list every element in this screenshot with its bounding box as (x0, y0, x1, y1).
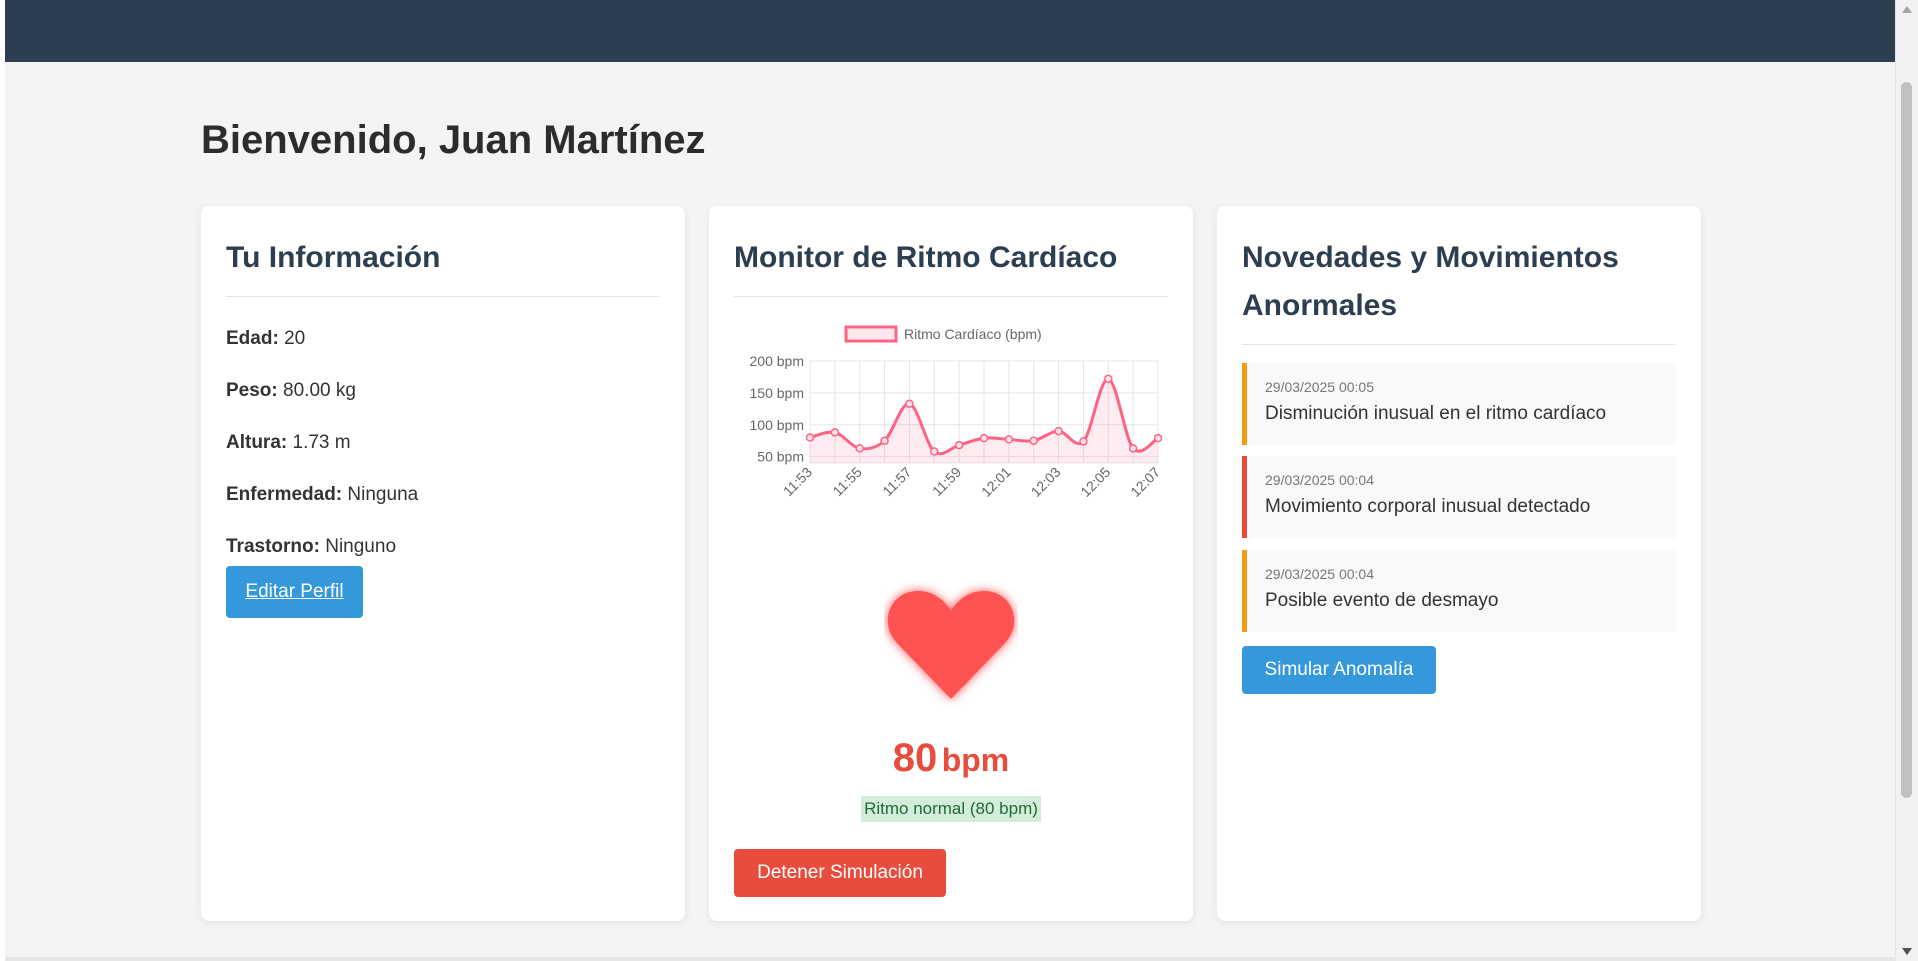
y-tick-label: 50 bpm (757, 449, 804, 465)
info-row-disease: Enfermedad: Ninguna (226, 484, 419, 505)
alert-item: 29/03/2025 00:04 Movimiento corporal inu… (1242, 456, 1676, 538)
y-tick-label: 100 bpm (750, 417, 804, 433)
top-navbar (5, 0, 1896, 62)
edit-profile-button[interactable]: Editar Perfil (226, 566, 363, 618)
heart-icon (884, 581, 1018, 707)
info-card: Tu Información Edad: 20 Peso: 80.00 kg A… (201, 206, 685, 921)
news-card: Novedades y Movimientos Anormales 29/03/2… (1217, 206, 1701, 921)
data-point (1128, 444, 1138, 453)
bpm-value: 80 (892, 736, 938, 780)
info-row-disorder: Trastorno: Ninguno (226, 536, 397, 557)
legend-swatch (844, 325, 898, 343)
page-scrollbar[interactable] (1895, 0, 1918, 961)
info-list: Edad: 20 Peso: 80.00 kg Altura: 1.73 m E… (226, 325, 660, 561)
news-card-title: Novedades y Movimientos Anormales (1242, 234, 1676, 345)
heart-monitor-card: Monitor de Ritmo Cardíaco Ritmo Cardíaco… (709, 206, 1193, 921)
x-tick-label: 12:05 (1077, 464, 1113, 500)
info-card-title: Tu Información (226, 234, 660, 297)
data-point (1054, 426, 1063, 436)
alert-message: Movimiento corporal inusual detectado (1265, 496, 1591, 517)
x-tick-label: 11:59 (929, 464, 965, 500)
scroll-up-icon[interactable] (1902, 6, 1912, 13)
x-tick-label: 11:55 (829, 464, 865, 500)
simulate-anomaly-button[interactable]: Simular Anomalía (1242, 646, 1436, 694)
data-point (880, 436, 889, 445)
data-point (1153, 433, 1163, 443)
info-row-height: Altura: 1.73 m (226, 432, 351, 453)
data-point (1079, 437, 1088, 446)
x-tick-label: 12:01 (978, 464, 1014, 500)
data-point (1029, 436, 1038, 445)
scroll-down-icon[interactable] (1902, 948, 1912, 955)
y-tick-label: 150 bpm (750, 385, 804, 401)
x-tick-label: 11:57 (879, 464, 915, 500)
x-tick-label: 12:03 (1028, 464, 1064, 500)
data-point (1004, 435, 1014, 444)
alert-message: Disminución inusual en el ritmo cardíaco (1265, 403, 1607, 424)
data-point (905, 399, 914, 408)
data-point (855, 444, 864, 453)
info-row-age: Edad: 20 (226, 328, 306, 349)
data-point (1104, 374, 1113, 384)
alert-timestamp: 29/03/2025 00:05 (1265, 379, 1374, 395)
info-row-weight: Peso: 80.00 kg (226, 380, 356, 401)
window-bottom-edge (5, 957, 1896, 961)
scrollbar-thumb[interactable] (1901, 82, 1912, 798)
data-point (954, 440, 964, 450)
x-tick-label: 11:53 (780, 464, 816, 500)
bpm-unit: bpm (941, 742, 1010, 778)
legend-label: Ritmo Cardíaco (bpm) (904, 326, 1042, 342)
data-point (830, 428, 840, 437)
alert-timestamp: 29/03/2025 00:04 (1265, 566, 1374, 582)
data-point (805, 433, 815, 442)
alert-item: 29/03/2025 00:05 Disminución inusual en … (1242, 363, 1676, 445)
heart-rate-chart: Ritmo Cardíaco (bpm) 200 bpm 150 bpm 100 bp… (750, 325, 1163, 500)
data-point (979, 433, 989, 443)
data-point (930, 447, 939, 456)
x-tick-label: 12:07 (1127, 464, 1163, 500)
rhythm-status: Ritmo normal (80 bpm) (709, 796, 1193, 822)
window-edge (0, 0, 5, 961)
rhythm-status-badge: Ritmo normal (80 bpm) (861, 796, 1041, 822)
bpm-readout: 80 bpm (709, 736, 1193, 781)
stop-simulation-button[interactable]: Detener Simulación (734, 849, 946, 897)
heart-card-title: Monitor de Ritmo Cardíaco (734, 234, 1168, 297)
alert-item: 29/03/2025 00:04 Posible evento de desma… (1242, 550, 1676, 632)
y-tick-label: 200 bpm (750, 353, 804, 369)
welcome-heading: Bienvenido, Juan Martínez (201, 118, 706, 162)
alert-timestamp: 29/03/2025 00:04 (1265, 472, 1374, 488)
alert-message: Posible evento de desmayo (1265, 590, 1499, 611)
